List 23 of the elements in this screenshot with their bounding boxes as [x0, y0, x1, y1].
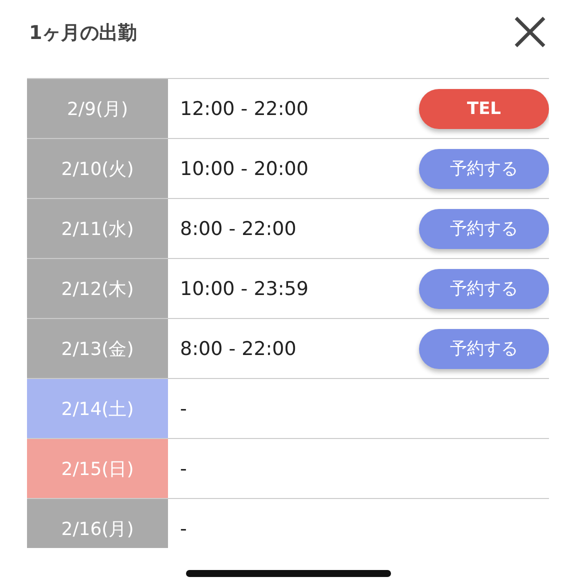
reserve-button[interactable]: 予約する: [419, 148, 549, 188]
reserve-button[interactable]: 予約する: [419, 268, 549, 308]
reserve-button[interactable]: 予約する: [419, 208, 549, 248]
close-icon[interactable]: [514, 16, 546, 48]
hours-text: 8:00 - 22:00: [180, 338, 296, 360]
hours-text: -: [180, 518, 187, 540]
date-cell: 2/15(日): [27, 439, 168, 498]
call-button[interactable]: TEL: [419, 88, 549, 128]
date-cell: 2/13(金): [27, 319, 168, 378]
hours-text: 10:00 - 23:59: [180, 278, 308, 300]
date-cell: 2/16(月): [27, 499, 168, 548]
hours-text: 8:00 - 22:00: [180, 218, 296, 240]
date-cell: 2/11(水): [27, 199, 168, 258]
modal-title: 1ヶ月の出勤: [29, 21, 138, 46]
date-cell: 2/9(月): [27, 79, 168, 138]
hours-text: 12:00 - 22:00: [180, 98, 308, 120]
reserve-button[interactable]: 予約する: [419, 328, 549, 368]
hours-text: -: [180, 398, 187, 420]
date-cell: 2/10(火): [27, 139, 168, 198]
date-cell: 2/12(木): [27, 259, 168, 318]
hours-text: 10:00 - 20:00: [180, 158, 308, 180]
date-cell: 2/14(土): [27, 379, 168, 438]
hours-text: -: [180, 458, 187, 480]
